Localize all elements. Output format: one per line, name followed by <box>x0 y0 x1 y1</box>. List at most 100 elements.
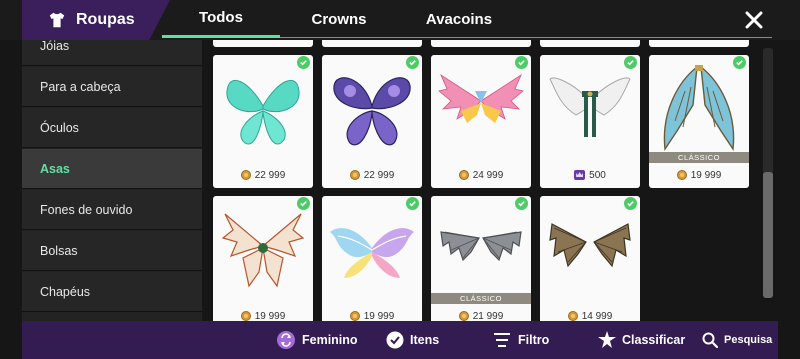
sidebar-item-asas[interactable]: Asas <box>22 149 202 189</box>
item-card-autumn-fairy-wings[interactable]: 19 999 <box>213 196 313 321</box>
sort-button[interactable]: Classificar <box>598 321 685 359</box>
item-price: 21 999 <box>431 308 531 321</box>
teal-leaf-wings-image <box>226 79 300 145</box>
item-price-value: 21 999 <box>472 310 504 322</box>
sidebar-item-bolsas[interactable]: Bolsas <box>22 231 202 271</box>
search-label: Pesquisa <box>724 334 773 346</box>
item-price-value: 19 999 <box>254 310 286 322</box>
sidebar-item-joias[interactable]: Jóias <box>22 40 202 66</box>
item-card-brown-bat-wings[interactable]: 14 999 <box>540 196 640 321</box>
item-price-value: 22 999 <box>254 169 286 181</box>
sidebar-item-label: Fones de ouvido <box>40 202 133 217</box>
sidebar-item-label: Jóias <box>40 40 70 53</box>
owned-items-label: Itens <box>410 333 440 347</box>
search-icon <box>702 332 718 348</box>
item-price: 500 <box>540 167 640 183</box>
sidebar-item-fones-de-ouvido[interactable]: Fones de ouvido <box>22 190 202 230</box>
sidebar-item-label: Óculos <box>40 120 79 135</box>
item-price: 24 999 <box>431 167 531 183</box>
close-icon[interactable] <box>742 8 766 32</box>
app-window: Roupas Todos Crowns Avacoins Jóias Para … <box>0 0 800 359</box>
gender-toggle-button[interactable]: Feminino <box>276 321 358 359</box>
item-price: 14 999 <box>540 308 640 321</box>
sort-icon <box>598 331 616 348</box>
owned-check-icon <box>297 56 310 69</box>
search-button[interactable]: Pesquisa <box>702 321 772 359</box>
tab-todos[interactable]: Todos <box>162 0 280 38</box>
sidebar-item-label: Chapéus <box>40 284 91 299</box>
item-card-sunset-feather-wings[interactable]: 24 999 <box>431 55 531 188</box>
item-card-stained-glass-wings[interactable]: CLÁSSICO 19 999 <box>649 55 749 188</box>
filter-icon <box>494 333 510 347</box>
item-price: 19 999 <box>649 167 749 183</box>
sunset-feather-wings-image <box>438 73 524 123</box>
tab-todos-label: Todos <box>199 9 243 26</box>
item-price-value: 500 <box>589 169 606 181</box>
sidebar-item-para-a-cabeca[interactable]: Para a cabeça <box>22 67 202 107</box>
filter-button[interactable]: Filtro <box>494 321 549 359</box>
tab-crowns-label: Crowns <box>311 10 367 28</box>
owned-check-icon <box>406 197 419 210</box>
item-price-value: 19 999 <box>690 169 722 181</box>
stained-glass-wings-image <box>663 65 735 151</box>
previous-row-card <box>540 40 640 47</box>
item-price: 22 999 <box>322 167 422 183</box>
tab-crowns[interactable]: Crowns <box>285 0 393 38</box>
item-price-value: 24 999 <box>472 169 504 181</box>
item-card-purple-butterfly-wings[interactable]: 22 999 <box>322 55 422 188</box>
item-card-rainbow-feather-wings[interactable]: 19 999 <box>322 196 422 321</box>
sidebar-item-chapeus[interactable]: Chapéus <box>22 272 202 312</box>
item-price: 22 999 <box>213 167 313 183</box>
gender-toggle-label: Feminino <box>302 333 358 347</box>
avacoin-icon <box>349 170 360 180</box>
filter-label: Filtro <box>518 333 550 347</box>
item-card-white-angel-wings[interactable]: 500 <box>540 55 640 188</box>
owned-check-icon <box>406 56 419 69</box>
white-angel-wings-image <box>549 77 631 137</box>
sidebar-item-label: Bolsas <box>40 243 78 258</box>
autumn-fairy-wings-image <box>221 213 305 288</box>
shirt-icon <box>49 12 65 28</box>
owned-items-toggle[interactable]: Itens <box>386 321 439 359</box>
avacoin-icon <box>349 311 360 321</box>
avacoin-icon <box>567 311 578 321</box>
avacoin-icon <box>240 311 251 321</box>
owned-check-icon <box>515 197 528 210</box>
crown-icon <box>574 170 586 180</box>
item-price-value: 19 999 <box>363 310 395 322</box>
grey-dragon-wings-image <box>440 231 522 262</box>
top-bar: Roupas Todos Crowns Avacoins <box>0 0 800 40</box>
item-card-teal-leaf-wings[interactable]: 22 999 <box>213 55 313 188</box>
avacoin-icon <box>458 170 469 180</box>
avacoin-icon <box>240 170 251 180</box>
sidebar-item-label: Asas <box>40 161 70 176</box>
tab-avacoins[interactable]: Avacoins <box>400 0 518 38</box>
previous-row-card <box>649 40 749 47</box>
owned-check-icon <box>297 197 310 210</box>
owned-check-icon <box>624 197 637 210</box>
item-card-grey-dragon-wings[interactable]: CLÁSSICO 21 999 <box>431 196 531 321</box>
item-price: 19 999 <box>322 308 422 321</box>
section-header: Roupas <box>22 0 170 40</box>
sidebar-item-label: Para a cabeça <box>40 79 121 94</box>
purple-butterfly-wings-image <box>333 77 411 146</box>
item-price-value: 22 999 <box>363 169 395 181</box>
bottom-toolbar: Feminino Itens Filtro Classificar Pesqui… <box>22 321 778 359</box>
sidebar-item-oculos[interactable]: Óculos <box>22 108 202 148</box>
previous-row-card <box>431 40 531 47</box>
owned-check-icon <box>515 56 528 69</box>
brown-bat-wings-image <box>549 223 631 268</box>
owned-check-icon <box>733 56 746 69</box>
section-title: Roupas <box>76 11 135 28</box>
item-grid[interactable]: 22 999 22 999 24 999 500 CLÁSSICO 19 999… <box>202 40 760 321</box>
avacoin-icon <box>676 170 687 180</box>
tab-divider <box>280 37 772 38</box>
owned-check-icon <box>624 56 637 69</box>
classic-ribbon: CLÁSSICO <box>649 152 749 163</box>
scrollbar-thumb[interactable] <box>763 172 773 298</box>
gender-switch-icon <box>277 331 295 349</box>
tab-avacoins-label: Avacoins <box>425 10 493 28</box>
classic-ribbon: CLÁSSICO <box>431 293 531 304</box>
category-sidebar[interactable]: Jóias Para a cabeça Óculos Asas Fones de… <box>22 40 202 321</box>
check-circle-icon <box>386 331 404 349</box>
